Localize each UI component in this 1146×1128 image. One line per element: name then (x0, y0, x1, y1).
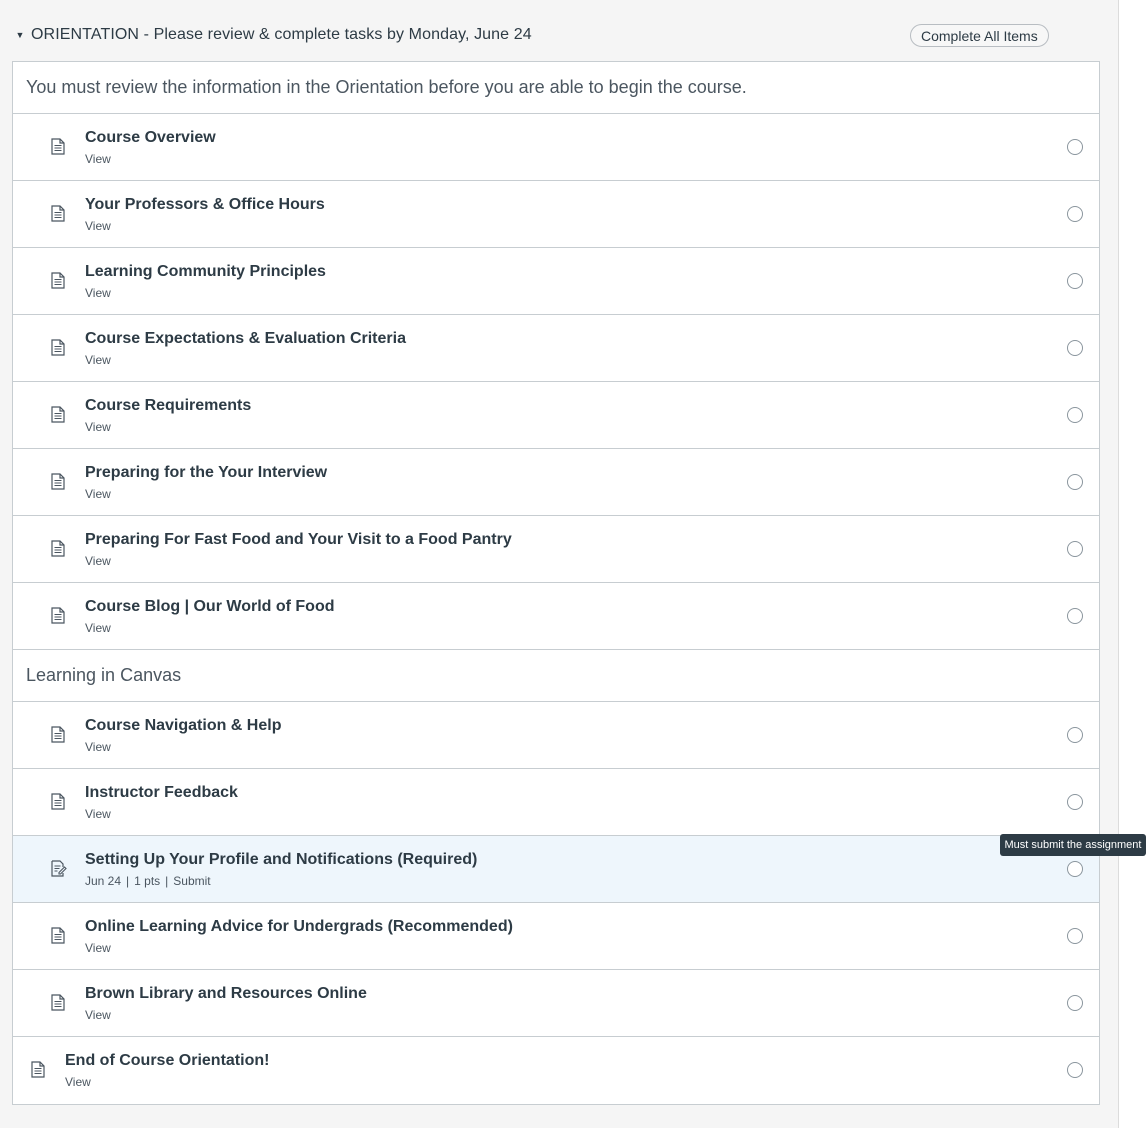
module-item[interactable]: Preparing for the Your Interview View (13, 449, 1099, 516)
module-item-meta: View (85, 420, 111, 434)
empty-circle-icon[interactable] (1067, 794, 1083, 810)
module-item[interactable]: Course Expectations & Evaluation Criteri… (13, 315, 1099, 382)
tooltip: Must submit the assignment (1000, 834, 1146, 856)
empty-circle-icon[interactable] (1067, 273, 1083, 289)
module-title[interactable]: ORIENTATION - Please review & complete t… (31, 26, 532, 44)
requirement-label: View (85, 621, 111, 635)
module-item-title[interactable]: Preparing For Fast Food and Your Visit t… (85, 531, 512, 549)
empty-circle-icon[interactable] (1067, 995, 1083, 1011)
requirement-label: View (85, 554, 111, 568)
module-item[interactable]: Course Overview View (13, 114, 1099, 181)
module-item[interactable]: Course Navigation & Help View (13, 702, 1099, 769)
module-item-title[interactable]: Learning Community Principles (85, 263, 326, 281)
module-item-meta: View (85, 1008, 111, 1022)
requirement-label: View (85, 152, 111, 166)
empty-circle-icon[interactable] (1067, 861, 1083, 877)
page-icon (51, 272, 65, 289)
module-item-title[interactable]: Course Requirements (85, 397, 251, 415)
module-item-meta: View (85, 807, 111, 821)
empty-circle-icon[interactable] (1067, 928, 1083, 944)
requirement-label: View (85, 1008, 111, 1022)
module-item[interactable]: End of Course Orientation! View (13, 1037, 1099, 1104)
module-item-meta: View (85, 941, 111, 955)
module-item-title[interactable]: Course Expectations & Evaluation Criteri… (85, 330, 406, 348)
assignment-icon (51, 860, 67, 877)
requirement-label: View (85, 420, 111, 434)
module-item-title[interactable]: Course Overview (85, 129, 216, 147)
requirement-label: Submit (173, 874, 211, 888)
module-items-list: You must review the information in the O… (12, 61, 1100, 1105)
module-header: ▼ ORIENTATION - Please review & complete… (12, 20, 1100, 50)
module-item-meta: View (85, 219, 111, 233)
module-item-meta: View (85, 353, 111, 367)
section-subheader: You must review the information in the O… (13, 62, 1099, 114)
module-item[interactable]: Online Learning Advice for Undergrads (R… (13, 903, 1099, 970)
module-item[interactable]: Preparing For Fast Food and Your Visit t… (13, 516, 1099, 583)
page-icon (51, 994, 65, 1011)
page-icon (31, 1061, 45, 1078)
module-item[interactable]: Your Professors & Office Hours View (13, 181, 1099, 248)
page-icon (51, 339, 65, 356)
module-item-title[interactable]: Course Navigation & Help (85, 717, 281, 735)
module-item-title[interactable]: Your Professors & Office Hours (85, 196, 325, 214)
module-item[interactable]: Course Blog | Our World of Food View (13, 583, 1099, 650)
module-item[interactable]: Setting Up Your Profile and Notification… (13, 836, 1099, 903)
page-icon (51, 607, 65, 624)
page-icon (51, 205, 65, 222)
module-item[interactable]: Course Requirements View (13, 382, 1099, 449)
requirement-label: View (85, 740, 111, 754)
separator: | (165, 874, 169, 888)
module-item-meta: View (85, 487, 111, 501)
module-item-title[interactable]: End of Course Orientation! (65, 1052, 269, 1070)
points: 1 pts (134, 874, 161, 888)
module-item-title[interactable]: Online Learning Advice for Undergrads (R… (85, 918, 513, 936)
empty-circle-icon[interactable] (1067, 139, 1083, 155)
empty-circle-icon[interactable] (1067, 541, 1083, 557)
empty-circle-icon[interactable] (1067, 608, 1083, 624)
empty-circle-icon[interactable] (1067, 474, 1083, 490)
page-icon (51, 726, 65, 743)
module-item-title[interactable]: Setting Up Your Profile and Notification… (85, 851, 477, 869)
requirement-label: View (85, 219, 111, 233)
module-item-title[interactable]: Brown Library and Resources Online (85, 985, 367, 1003)
empty-circle-icon[interactable] (1067, 340, 1083, 356)
requirement-label: View (85, 487, 111, 501)
module-item-meta: Jun 24 | 1 pts | Submit (85, 874, 211, 888)
caret-down-icon[interactable]: ▼ (12, 27, 28, 43)
module-item[interactable]: Learning Community Principles View (13, 248, 1099, 315)
page-icon (51, 406, 65, 423)
due-date: Jun 24 (85, 874, 122, 888)
requirement-label: View (85, 941, 111, 955)
module-item-meta: View (85, 286, 111, 300)
requirement-label: View (85, 353, 111, 367)
module-item-meta: View (65, 1075, 91, 1089)
module-item-meta: View (85, 152, 111, 166)
empty-circle-icon[interactable] (1067, 1062, 1083, 1078)
module-item-title[interactable]: Course Blog | Our World of Food (85, 598, 335, 616)
page-icon (51, 473, 65, 490)
empty-circle-icon[interactable] (1067, 727, 1083, 743)
separator: | (126, 874, 130, 888)
module-item-meta: View (85, 554, 111, 568)
scrollbar-track[interactable] (1118, 0, 1146, 1128)
module-item[interactable]: Instructor Feedback View (13, 769, 1099, 836)
requirement-label: View (85, 807, 111, 821)
page-icon (51, 927, 65, 944)
requirement-label: View (65, 1075, 91, 1089)
page-icon (51, 540, 65, 557)
module-item-meta: View (85, 740, 111, 754)
complete-all-items-button[interactable]: Complete All Items (910, 24, 1049, 47)
requirement-label: View (85, 286, 111, 300)
section-subheader: Learning in Canvas (13, 650, 1099, 702)
empty-circle-icon[interactable] (1067, 206, 1083, 222)
module-item-meta: View (85, 621, 111, 635)
page-icon (51, 793, 65, 810)
module-item[interactable]: Brown Library and Resources Online View (13, 970, 1099, 1037)
page-icon (51, 138, 65, 155)
empty-circle-icon[interactable] (1067, 407, 1083, 423)
module-item-title[interactable]: Preparing for the Your Interview (85, 464, 327, 482)
module-item-title[interactable]: Instructor Feedback (85, 784, 238, 802)
